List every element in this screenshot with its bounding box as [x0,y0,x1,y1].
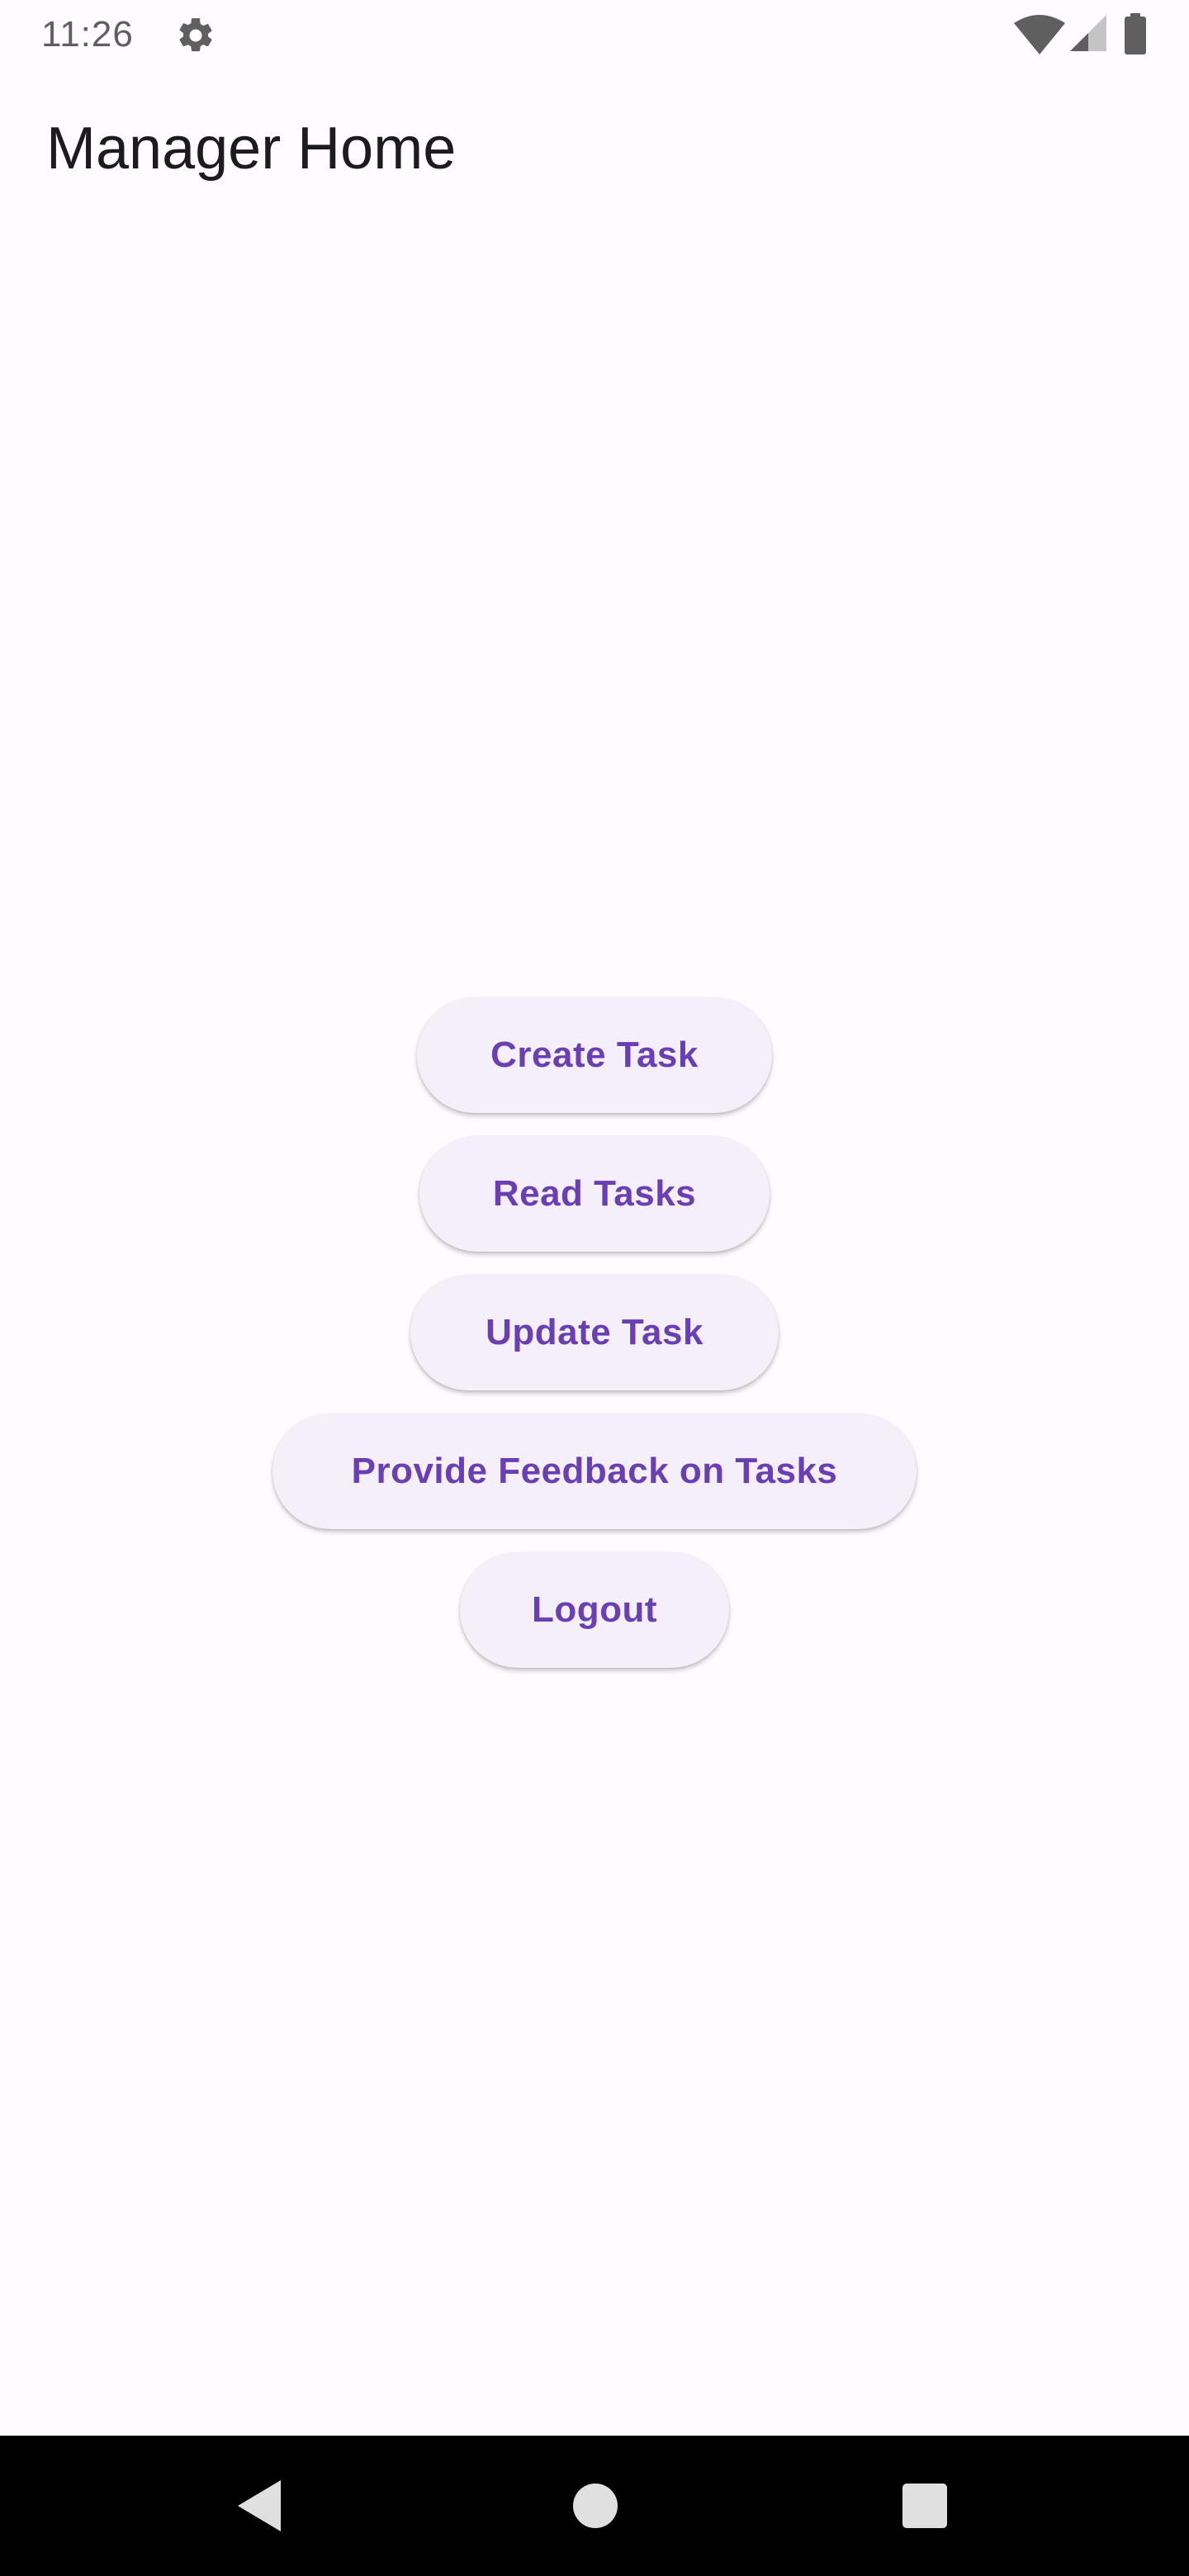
status-time: 11:26 [41,14,134,54]
status-bar: 11:26 [0,0,1189,69]
back-icon[interactable] [238,2480,287,2531]
create-task-button[interactable]: Create Task [417,997,772,1113]
navigation-bar [0,2436,1189,2576]
page-title: Manager Home [46,116,457,182]
home-icon[interactable] [573,2484,618,2528]
gear-icon [179,18,212,52]
wifi-icon [1014,15,1065,54]
provide-feedback-button[interactable]: Provide Feedback on Tasks [272,1413,917,1529]
update-task-button[interactable]: Update Task [410,1275,779,1390]
cellular-signal-icon [1070,15,1106,51]
recents-icon[interactable] [902,2484,947,2528]
read-tasks-button[interactable]: Read Tasks [419,1136,770,1252]
logout-button[interactable]: Logout [460,1552,729,1668]
action-button-list: Create Task Read Tasks Update Task Provi… [0,997,1189,1691]
battery-icon [1125,13,1146,54]
